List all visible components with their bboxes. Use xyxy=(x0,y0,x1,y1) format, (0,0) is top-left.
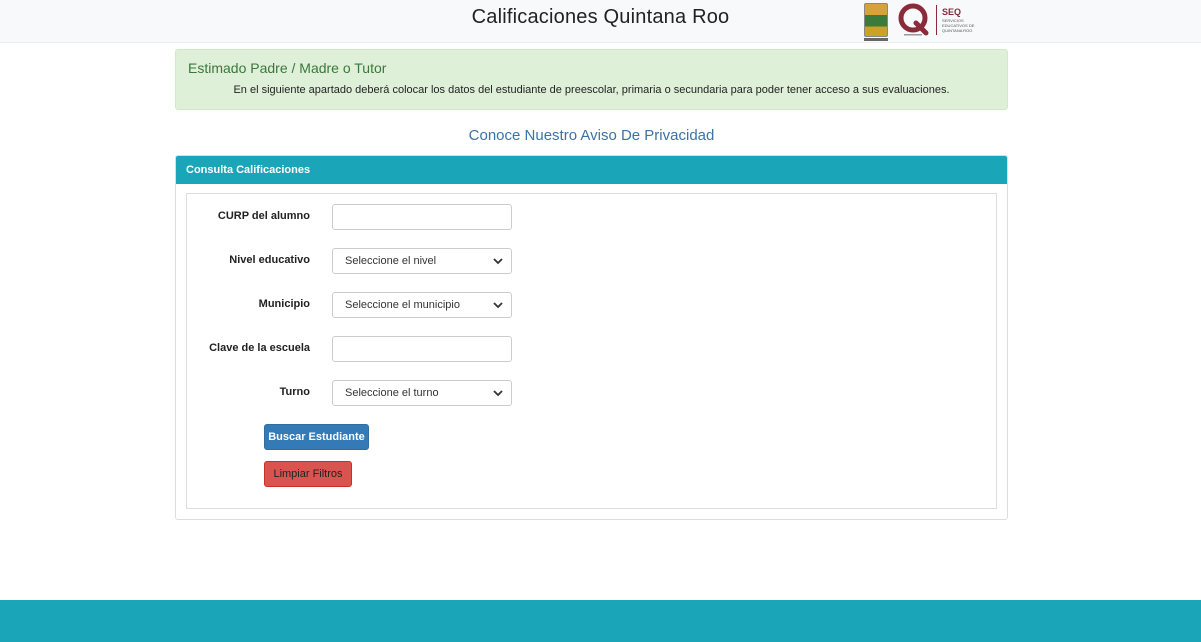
privacy-notice-link[interactable]: Conoce Nuestro Aviso De Privacidad xyxy=(175,127,1008,144)
turno-label: Turno xyxy=(279,386,310,398)
search-student-button[interactable]: Buscar Estudiante xyxy=(264,424,369,450)
seq-name: SERVICIOS EDUCATIVOS DE QUINTANA ROO xyxy=(942,17,975,33)
info-alert: Estimado Padre / Madre o Tutor En el sig… xyxy=(175,49,1008,110)
curp-input[interactable] xyxy=(332,204,512,230)
clear-filters-button[interactable]: Limpiar Filtros xyxy=(264,461,352,487)
turno-select[interactable]: Seleccione el turno xyxy=(332,380,512,406)
turno-selected-value: Seleccione el turno xyxy=(345,387,439,399)
clave-label: Clave de la escuela xyxy=(209,342,310,354)
nivel-select[interactable]: Seleccione el nivel xyxy=(332,248,512,274)
nivel-selected-value: Seleccione el nivel xyxy=(345,255,437,267)
quintana-roo-coat-of-arms-icon xyxy=(864,3,888,41)
panel-title: Consulta Calificaciones xyxy=(176,156,1007,184)
footer-bar xyxy=(0,600,1201,642)
municipio-label: Municipio xyxy=(258,298,310,310)
nivel-label: Nivel educativo xyxy=(229,254,310,266)
municipio-select[interactable]: Seleccione el municipio xyxy=(332,292,512,318)
seq-logo: SEQ SERVICIOS EDUCATIVOS DE QUINTANA ROO xyxy=(936,3,988,37)
consulta-panel: Consulta Calificaciones CURP del alumno … xyxy=(175,155,1008,520)
chevron-down-icon xyxy=(493,390,503,397)
alert-text: En el siguiente apartado deberá colocar … xyxy=(233,84,950,96)
chevron-down-icon xyxy=(493,258,503,265)
alert-heading: Estimado Padre / Madre o Tutor xyxy=(188,60,387,76)
seq-abbr: SEQ xyxy=(942,6,962,17)
clave-input[interactable] xyxy=(332,336,512,362)
header-logos: SEQ SERVICIOS EDUCATIVOS DE QUINTANA ROO xyxy=(864,1,988,41)
chevron-down-icon xyxy=(493,302,503,309)
site-title: Calificaciones Quintana Roo xyxy=(471,6,730,28)
curp-label: CURP del alumno xyxy=(217,210,310,222)
seq-divider xyxy=(936,5,937,35)
top-header: Calificaciones Quintana Roo SEQ SERVICIO… xyxy=(0,0,1201,43)
quintana-roo-q-logo-icon xyxy=(898,3,929,36)
search-form: CURP del alumno Nivel educativo Seleccio… xyxy=(186,193,997,509)
municipio-selected-value: Seleccione el municipio xyxy=(345,299,460,311)
